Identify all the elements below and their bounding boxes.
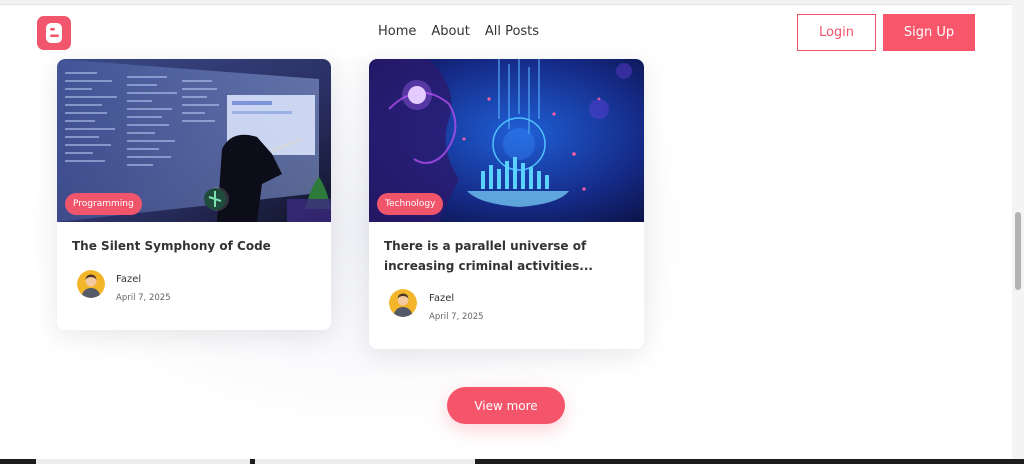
taskbar-segment <box>36 459 250 464</box>
category-tag[interactable]: Technology <box>377 193 444 215</box>
browser-top-edge <box>0 0 1012 5</box>
post-date: April 7, 2025 <box>429 312 484 322</box>
post-card[interactable]: Technology There is a parallel universe … <box>369 59 644 349</box>
view-more-button[interactable]: View more <box>447 387 565 424</box>
scrollbar-thumb[interactable] <box>1015 212 1021 290</box>
navbar: Home About All Posts Login Sign Up <box>0 6 1012 58</box>
main-nav: Home About All Posts <box>378 24 539 39</box>
nav-home-link[interactable]: Home <box>378 24 416 39</box>
post-title[interactable]: The Silent Symphony of Code <box>72 236 322 256</box>
blogger-logo-icon[interactable] <box>37 16 71 50</box>
post-thumbnail-code-screen[interactable]: Programming <box>57 59 331 222</box>
post-title[interactable]: There is a parallel universe of increasi… <box>384 236 624 276</box>
page-scrollbar[interactable] <box>1012 0 1024 459</box>
author-name: Fazel <box>429 293 455 304</box>
author-avatar <box>389 289 417 317</box>
category-tag[interactable]: Programming <box>65 193 142 215</box>
taskbar-segment <box>255 459 475 464</box>
sign-up-button[interactable]: Sign Up <box>883 14 975 51</box>
post-thumbnail-cyber-technology[interactable]: Technology <box>369 59 644 222</box>
post-date: April 7, 2025 <box>116 293 171 303</box>
nav-all-posts-link[interactable]: All Posts <box>485 24 539 39</box>
post-card[interactable]: Programming The Silent Symphony of Code … <box>57 59 331 330</box>
author-avatar <box>77 270 105 298</box>
taskbar-strip <box>0 459 1024 464</box>
nav-about-link[interactable]: About <box>431 24 469 39</box>
login-button[interactable]: Login <box>797 14 876 51</box>
author-name: Fazel <box>116 274 142 285</box>
